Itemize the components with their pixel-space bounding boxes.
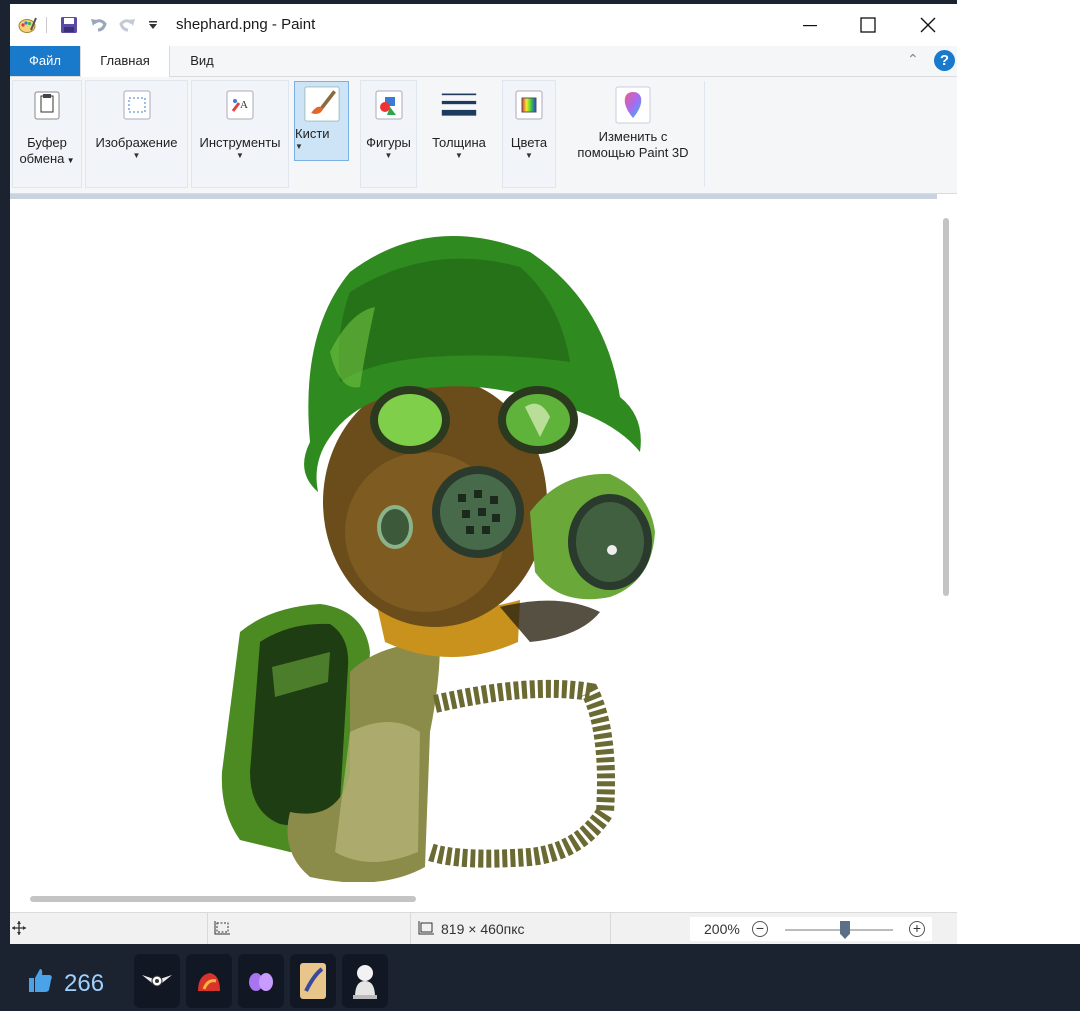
shapes-label: Фигуры xyxy=(366,135,411,150)
gas-mask-soldier-image xyxy=(221,236,655,882)
dropdown-arrow-icon: ▼ xyxy=(132,151,141,160)
vertical-scroll-thumb[interactable] xyxy=(943,218,949,596)
like-count: 266 xyxy=(64,969,105,997)
brush-icon xyxy=(303,86,340,122)
ribbon-group-clipboard[interactable]: Буфер обмена ▼ xyxy=(12,80,82,188)
tools-icon: A xyxy=(222,87,258,123)
status-bar: 819 × 460пкс 200% − + xyxy=(10,912,957,944)
paint3d-label-line2: помощью Paint 3D xyxy=(577,145,689,160)
dropdown-arrow-icon: ▼ xyxy=(384,151,393,160)
customize-quick-access-icon[interactable] xyxy=(142,14,164,36)
size-label: Толщина xyxy=(432,135,486,150)
canvas-border xyxy=(10,194,937,199)
award-badge-2[interactable] xyxy=(186,954,232,1008)
image-label: Изображение xyxy=(95,135,178,150)
zoom-slider[interactable] xyxy=(785,929,893,931)
clipboard-label-line1: Буфер xyxy=(27,135,67,150)
ribbon-group-shapes[interactable]: Фигуры ▼ xyxy=(360,80,417,188)
title-bar: shephard.png - Paint xyxy=(10,4,957,46)
tab-file[interactable]: Файл xyxy=(10,46,80,76)
help-button[interactable]: ? xyxy=(934,50,955,71)
colors-icon xyxy=(511,87,547,123)
collapse-ribbon-icon[interactable]: ⌃ xyxy=(907,51,919,68)
minimize-button[interactable] xyxy=(781,4,839,46)
ribbon-group-size[interactable]: Толщина ▼ xyxy=(418,80,500,188)
ribbon: Буфер обмена ▼ Изображение ▼ A Инструмен… xyxy=(10,77,957,194)
award-badge-1[interactable] xyxy=(134,954,180,1008)
save-icon[interactable] xyxy=(58,14,80,36)
bottom-bar: 266 xyxy=(0,944,1080,1011)
svg-text:A: A xyxy=(240,99,248,111)
brushes-label: Кисти xyxy=(295,126,330,141)
status-divider xyxy=(207,913,208,944)
selection-size-icon xyxy=(214,921,230,938)
dropdown-arrow-icon: ▼ xyxy=(64,156,75,165)
redo-icon[interactable] xyxy=(116,14,138,36)
paint3d-icon xyxy=(615,86,651,124)
maximize-button[interactable] xyxy=(839,4,897,46)
ribbon-divider xyxy=(704,81,705,187)
award-badge-4[interactable] xyxy=(290,954,336,1008)
paint3d-label-line1: Изменить с xyxy=(598,129,668,144)
clipboard-label-line2: обмена xyxy=(19,151,65,166)
tab-view[interactable]: Вид xyxy=(180,46,224,76)
dropdown-arrow-icon: ▼ xyxy=(525,151,533,160)
colors-label: Цвета xyxy=(510,135,548,150)
tools-label: Инструменты xyxy=(199,135,281,150)
image-size-icon xyxy=(418,921,434,938)
qa-divider xyxy=(46,17,47,33)
brushes-button[interactable]: Кисти ▼ xyxy=(294,81,349,161)
award-badge-5[interactable] xyxy=(342,954,388,1008)
canvas-area[interactable] xyxy=(10,194,957,912)
dropdown-arrow-icon: ▼ xyxy=(236,151,244,160)
status-divider xyxy=(410,913,411,944)
select-icon xyxy=(119,87,155,123)
close-button[interactable] xyxy=(899,4,957,46)
zoom-in-button[interactable]: + xyxy=(909,921,925,937)
clipboard-icon xyxy=(29,87,65,123)
undo-icon[interactable] xyxy=(88,14,110,36)
dropdown-arrow-icon: ▼ xyxy=(295,142,303,151)
horizontal-scroll-thumb[interactable] xyxy=(30,896,416,902)
status-divider xyxy=(610,913,611,944)
tab-home[interactable]: Главная xyxy=(80,46,170,77)
zoom-level-text: 200% xyxy=(704,921,740,937)
background-panel xyxy=(957,0,1080,944)
award-badge-3[interactable] xyxy=(238,954,284,1008)
like-counter[interactable]: 266 xyxy=(26,966,104,1001)
ribbon-group-image[interactable]: Изображение ▼ xyxy=(85,80,188,188)
edit-with-paint3d-button[interactable]: Изменить с помощью Paint 3D xyxy=(560,80,706,188)
thumbs-up-icon xyxy=(26,966,54,1001)
paint-window: shephard.png - Paint Файл Главная Вид ⌃ … xyxy=(10,4,957,944)
shapes-icon xyxy=(371,87,407,123)
vertical-scrollbar[interactable] xyxy=(940,206,952,896)
dropdown-arrow-icon: ▼ xyxy=(455,151,463,160)
cursor-position-icon xyxy=(12,921,26,938)
ribbon-group-colors[interactable]: Цвета ▼ xyxy=(502,80,556,188)
window-title: shephard.png - Paint xyxy=(176,16,316,33)
image-size-text: 819 × 460пкс xyxy=(441,921,525,937)
paint-app-icon[interactable] xyxy=(16,14,38,36)
ribbon-group-tools[interactable]: A Инструменты ▼ xyxy=(191,80,289,188)
menu-tabs: Файл Главная Вид ⌃ ? xyxy=(10,46,957,77)
zoom-out-button[interactable]: − xyxy=(752,921,768,937)
line-thickness-icon xyxy=(441,87,477,123)
